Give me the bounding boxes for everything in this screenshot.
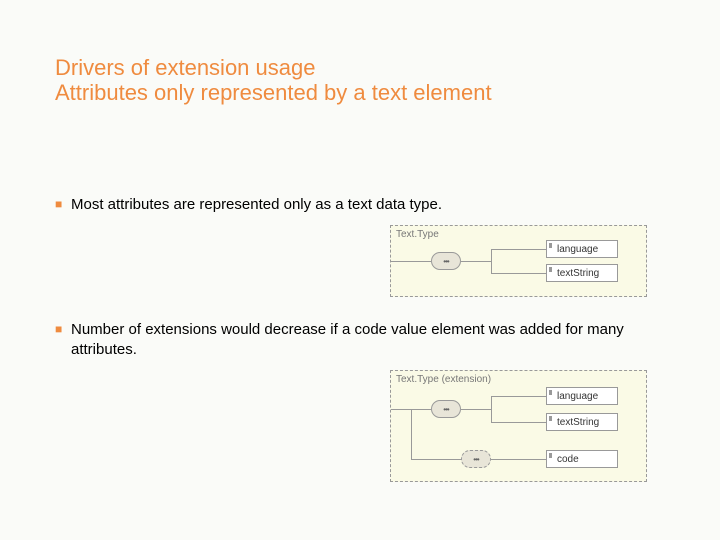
diagram-text-type: Text.Type ••• language textString bbox=[390, 225, 647, 297]
connector-line bbox=[391, 261, 431, 262]
connector-line bbox=[461, 409, 491, 410]
connector-line bbox=[491, 459, 546, 460]
connector-line bbox=[411, 409, 412, 459]
diagram-1-label: Text.Type bbox=[391, 226, 646, 240]
bullet-1-text: Most attributes are represented only as … bbox=[71, 196, 442, 213]
bullet-marker-icon: ■ bbox=[55, 322, 62, 338]
diagram-text-type-extension: Text.Type (extension) ••• language textS… bbox=[390, 370, 647, 482]
connector-line bbox=[491, 396, 546, 397]
sequence-icon: ••• bbox=[461, 450, 491, 468]
element-textstring: textString bbox=[546, 413, 618, 431]
connector-line bbox=[411, 459, 461, 460]
bullet-2-text: Number of extensions would decrease if a… bbox=[71, 321, 624, 358]
slide: Drivers of extension usage Attributes on… bbox=[0, 0, 720, 540]
connector-line bbox=[491, 249, 546, 250]
bullet-marker-icon: ■ bbox=[55, 197, 62, 213]
sequence-icon: ••• bbox=[431, 252, 461, 270]
element-code: code bbox=[546, 450, 618, 468]
element-language: language bbox=[546, 240, 618, 258]
bullet-1: ■ Most attributes are represented only a… bbox=[55, 195, 631, 215]
title-line-2: Attributes only represented by a text el… bbox=[55, 80, 665, 105]
element-textstring: textString bbox=[546, 264, 618, 282]
connector-line bbox=[461, 261, 491, 262]
sequence-icon: ••• bbox=[431, 400, 461, 418]
connector-line bbox=[491, 396, 492, 422]
element-language: language bbox=[546, 387, 618, 405]
connector-line bbox=[491, 422, 546, 423]
connector-line bbox=[391, 409, 411, 410]
connector-line bbox=[411, 409, 431, 410]
connector-line bbox=[491, 249, 492, 273]
connector-line bbox=[491, 273, 546, 274]
bullet-2: ■ Number of extensions would decrease if… bbox=[55, 320, 631, 359]
title-line-1: Drivers of extension usage bbox=[55, 55, 665, 80]
diagram-2-label: Text.Type (extension) bbox=[391, 371, 646, 385]
slide-title: Drivers of extension usage Attributes on… bbox=[55, 55, 665, 106]
